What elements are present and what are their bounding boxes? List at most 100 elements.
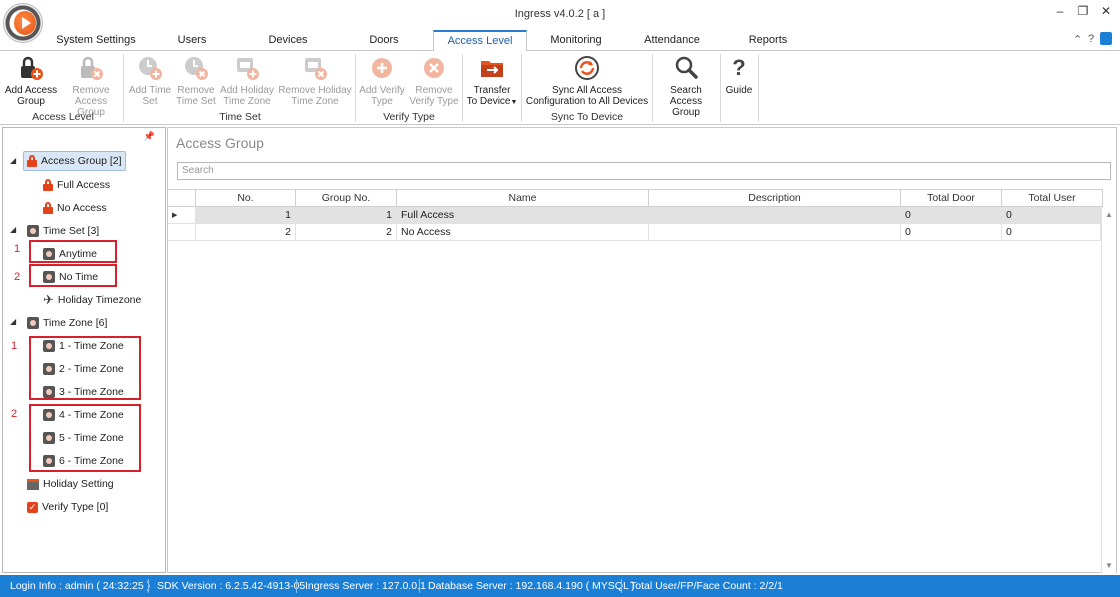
lock-icon [43,179,53,191]
tab-monitoring[interactable]: Monitoring [542,30,610,51]
tab-devices[interactable]: Devices [262,30,314,51]
column-header-group-no[interactable]: Group No. [296,189,397,207]
tree-item-full-access[interactable]: Full Access [43,175,110,195]
tab-access-level[interactable]: Access Level [433,30,527,51]
page-title: Access Group [176,135,264,151]
help-icon[interactable]: ? [1088,33,1094,45]
app-logo[interactable] [3,3,43,43]
cell-group-no[interactable]: 2 [296,224,397,241]
cell-total-user[interactable]: 0 [1002,224,1101,241]
tree-label-verify-type: Verify Type [0] [42,501,109,513]
cell-description[interactable] [649,207,901,224]
collapse-icon[interactable]: ◢ [10,225,16,234]
tree-item-holiday-timezone[interactable]: ✈ Holiday Timezone [43,290,141,310]
office-icon[interactable] [1100,32,1112,45]
column-header-description[interactable]: Description [649,189,901,207]
tree-label-access-group: Access Group [2] [41,155,122,167]
ribbon: Add Access Group Remove Access Group Acc… [0,50,1120,125]
annotation-box [29,240,117,263]
holiday-remove-icon [302,55,328,81]
remove-holiday-time-zone-label-1: Remove Holiday [278,85,352,96]
cell-total-user[interactable]: 0 [1002,207,1101,224]
remove-holiday-time-zone-button[interactable]: Remove Holiday Time Zone [277,53,353,107]
ribbon-separator [758,54,759,122]
pin-icon[interactable]: 📌 [144,131,155,142]
group-label-time-set: Time Set [219,111,261,123]
tree-label-holiday-timezone: Holiday Timezone [57,294,142,306]
add-holiday-time-zone-button[interactable]: Add Holiday Time Zone [218,53,276,107]
tab-doors[interactable]: Doors [362,30,406,51]
transfer-to-device-button[interactable]: Transfer To Device▼ [465,53,519,108]
search-input[interactable]: Search [177,162,1111,180]
folder-transfer-icon [479,55,505,81]
cell-name[interactable]: No Access [397,224,649,241]
ribbon-separator [652,54,653,122]
annotation-number: 2 [14,271,21,283]
cell-no[interactable]: 2 [196,224,296,241]
row-selector [168,224,196,241]
tab-reports[interactable]: Reports [742,30,794,51]
status-login-info: Login Info : admin ( 24:32:25 ) [10,580,151,592]
cell-description[interactable] [649,224,901,241]
tree-label-no-access: No Access [57,202,107,214]
search-icon [673,55,699,81]
ribbon-separator [462,54,463,122]
sync-all-access-button[interactable]: Sync All Access Configuration to All Dev… [524,53,650,107]
remove-access-group-label-1: Remove [72,85,110,96]
tab-users[interactable]: Users [168,30,216,51]
column-header-total-door[interactable]: Total Door [901,189,1002,207]
scroll-up-icon[interactable]: ▲ [1105,210,1113,219]
clock-icon [27,225,39,237]
close-button[interactable]: ✕ [1098,4,1114,18]
tree-item-time-set[interactable]: Time Set [3] [27,221,99,241]
main-content: Access Group Search No. Group No. Name D… [167,127,1117,573]
add-verify-type-button[interactable]: Add Verify Type [357,53,407,107]
tree-item-access-group[interactable]: Access Group [2] [23,151,126,171]
tree-item-time-zone[interactable]: Time Zone [6] [27,313,107,333]
remove-verify-type-button[interactable]: Remove Verify Type [408,53,460,107]
cell-group-no[interactable]: 1 [296,207,397,224]
column-header-total-user[interactable]: Total User [1002,189,1103,207]
add-holiday-time-zone-label-2: Time Zone [223,96,271,107]
column-header-name[interactable]: Name [397,189,649,207]
cell-no[interactable]: 1 [196,207,296,224]
lock-icon [43,202,53,214]
cell-total-door[interactable]: 0 [901,224,1002,241]
collapse-icon[interactable]: ◢ [10,156,16,165]
tree-item-holiday-setting[interactable]: Holiday Setting [27,474,114,494]
status-separator [148,579,149,593]
tab-system-settings[interactable]: System Settings [52,30,140,51]
add-access-group-button[interactable]: Add Access Group [3,53,59,107]
add-time-set-button[interactable]: Add Time Set [126,53,174,107]
annotation-number: 1 [11,340,18,352]
tab-attendance[interactable]: Attendance [638,30,706,51]
minimize-button[interactable]: – [1052,4,1068,18]
tree-item-verify-type[interactable]: ✓ Verify Type [0] [27,497,108,517]
remove-time-set-button[interactable]: Remove Time Set [174,53,218,107]
scroll-down-icon[interactable]: ▼ [1105,561,1113,570]
sync-label-2: Configuration to All Devices [525,96,649,107]
cell-name[interactable]: Full Access [397,207,649,224]
status-database-server: Database Server : 192.168.4.190 ( MYSQL … [428,580,635,592]
column-header-no[interactable]: No. [196,189,296,207]
restore-button[interactable]: ❐ [1075,4,1091,18]
cell-total-door[interactable]: 0 [901,207,1002,224]
collapse-icon[interactable]: ◢ [10,317,16,326]
add-access-group-label-1: Add Access [4,85,58,96]
vertical-scrollbar[interactable]: ▲ ▼ [1101,207,1116,573]
guide-button[interactable]: ? Guide [722,53,756,96]
annotation-box [29,404,141,472]
transfer-label-1: Transfer [473,85,511,96]
tree-item-no-access[interactable]: No Access [43,198,107,218]
group-label-verify-type: Verify Type [383,111,435,123]
search-access-group-button[interactable]: Search Access Group [655,53,717,118]
status-separator [296,579,297,593]
search-access-group-label-1: Search [670,85,702,96]
row-selector-icon: ▶ [168,207,196,224]
sync-icon [574,55,600,81]
remove-access-group-button[interactable]: Remove Access Group [60,53,122,118]
guide-label: Guide [725,85,753,96]
add-verify-type-label-2: Type [371,96,393,107]
collapse-ribbon-icon[interactable]: ⌃ [1073,33,1082,46]
add-holiday-time-zone-label-1: Add Holiday [220,85,274,96]
